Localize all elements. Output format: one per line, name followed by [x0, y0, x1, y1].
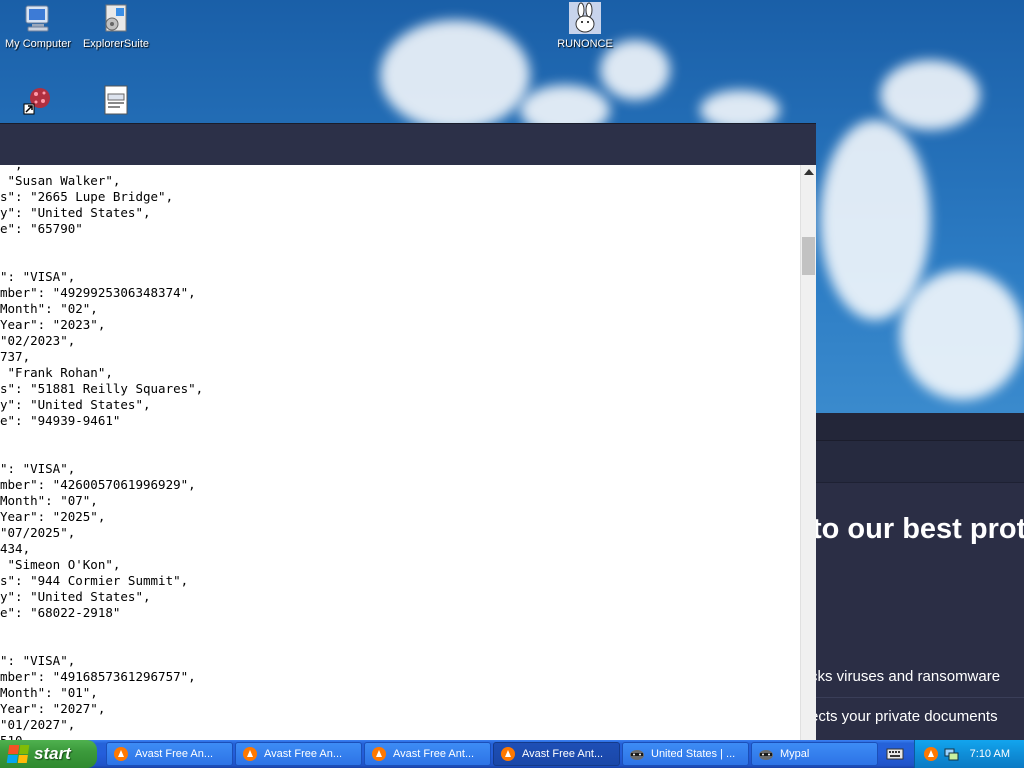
- cloud: [900, 270, 1024, 400]
- cloud: [880, 60, 980, 130]
- keyboard-icon[interactable]: [886, 746, 904, 762]
- start-button[interactable]: start: [0, 740, 97, 768]
- desktop-icon-text-file[interactable]: [76, 84, 156, 120]
- editor-line: Month": "02",: [0, 301, 98, 316]
- editor-line: Year": "2025",: [0, 509, 106, 524]
- system-tray: 7:10 AM: [914, 740, 1024, 768]
- windows-logo-icon: [6, 745, 30, 763]
- editor-line: "Frank Rohan",: [0, 365, 113, 380]
- computer-icon: [25, 5, 49, 32]
- taskbar-button-label: United States | ...: [651, 748, 736, 760]
- avast-titlebar: [816, 413, 1024, 441]
- editor-window-header: [0, 123, 816, 165]
- raccoon-icon: [759, 750, 773, 760]
- avast-icon: [114, 747, 128, 761]
- avast-icon: [372, 747, 386, 761]
- desktop-icon-runonce[interactable]: RUNONCE: [545, 2, 625, 50]
- taskbar-button-label: Avast Free Ant...: [393, 748, 475, 760]
- editor-line: e": "65790": [0, 221, 83, 236]
- avast-headline: to our best prot: [812, 513, 1024, 545]
- avast-navbar: [816, 441, 1024, 483]
- start-label: start: [34, 744, 71, 763]
- editor-content: ", "Susan Walker",s": "2665 Lupe Bridge"…: [0, 165, 800, 740]
- editor-line: 510,: [0, 733, 800, 740]
- editor-line: mber": "4929925306348374",: [0, 285, 196, 300]
- editor-line: Month": "07",: [0, 493, 98, 508]
- clock[interactable]: 7:10 AM: [970, 748, 1010, 760]
- editor-line: e": "68022-2918": [0, 605, 121, 620]
- editor-line: y": "United States",: [0, 397, 151, 412]
- editor-line: ": "VISA",: [0, 269, 76, 284]
- avast-feature-documents: ects your private documents: [810, 708, 998, 725]
- editor-text-area[interactable]: ", "Susan Walker",s": "2665 Lupe Bridge"…: [0, 165, 800, 740]
- avast-tray-icon[interactable]: [923, 746, 939, 762]
- editor-line: Month": "01",: [0, 685, 98, 700]
- taskbar-button-avast-4[interactable]: Avast Free Ant...: [493, 742, 620, 766]
- taskbar-button-label: Avast Free An...: [135, 748, 214, 760]
- taskbar-button-mypal-united-states[interactable]: United States | ...: [622, 742, 749, 766]
- desktop-icon-label: RUNONCE: [557, 38, 613, 50]
- network-tray-icon[interactable]: [943, 746, 959, 762]
- editor-line: s": "2665 Lupe Bridge",: [0, 189, 174, 204]
- avast-feature-ransomware: cks viruses and ransomware: [810, 668, 1001, 685]
- explorer-suite-icon: [105, 4, 127, 32]
- editor-line: "Susan Walker",: [0, 173, 121, 188]
- editor-line: e": "94939-9461": [0, 413, 121, 428]
- taskbar-button-label: Avast Free Ant...: [522, 748, 604, 760]
- taskbar-button-label: Mypal: [780, 748, 810, 760]
- scroll-up-arrow-icon[interactable]: [804, 169, 814, 175]
- desktop-icon-my-computer[interactable]: My Computer: [0, 2, 78, 50]
- rabbit-icon: [569, 2, 601, 34]
- editor-line: y": "United States",: [0, 205, 151, 220]
- virus-shortcut-icon: [23, 88, 50, 115]
- taskbar-button-avast-1[interactable]: Avast Free An...: [106, 742, 233, 766]
- scrollbar-thumb[interactable]: [802, 237, 815, 275]
- desktop-icon-explorer-suite[interactable]: ExplorerSuite: [76, 2, 156, 50]
- vertical-scrollbar[interactable]: [800, 165, 816, 740]
- taskbar-button-label: Avast Free An...: [264, 748, 343, 760]
- editor-line: "Simeon O'Kon",: [0, 557, 121, 572]
- desktop-icon-label: ExplorerSuite: [82, 38, 150, 50]
- avast-icon: [243, 747, 257, 761]
- editor-line: ",: [0, 165, 800, 173]
- editor-line: s": "944 Cormier Summit",: [0, 573, 189, 588]
- editor-line: ": "VISA",: [0, 653, 76, 668]
- editor-line: "01/2027",: [0, 717, 76, 732]
- desktop-icon-label: My Computer: [4, 38, 72, 50]
- editor-line: "02/2023",: [0, 333, 76, 348]
- taskbar-button-avast-3[interactable]: Avast Free Ant...: [364, 742, 491, 766]
- editor-line: ": "VISA",: [0, 461, 76, 476]
- taskbar-button-avast-2[interactable]: Avast Free An...: [235, 742, 362, 766]
- avast-window: to our best prot cks viruses and ransomw…: [810, 413, 1024, 740]
- raccoon-icon: [630, 750, 644, 760]
- cloud: [380, 20, 530, 130]
- avast-separator: [816, 697, 1024, 698]
- editor-line: Year": "2023",: [0, 317, 106, 332]
- editor-line: mber": "4260057061996929",: [0, 477, 196, 492]
- editor-line: y": "United States",: [0, 589, 151, 604]
- desktop-icon-shortcut[interactable]: [0, 84, 78, 120]
- editor-line: mber": "4916857361296757",: [0, 669, 196, 684]
- editor-line: 434,: [0, 541, 31, 556]
- taskbar: start Avast Free An... Avast Free An... …: [0, 740, 1024, 768]
- editor-line: "07/2025",: [0, 525, 76, 540]
- avast-icon: [501, 747, 515, 761]
- editor-line: Year": "2027",: [0, 701, 106, 716]
- cloud: [820, 120, 930, 320]
- editor-line: 737,: [0, 349, 31, 364]
- text-file-icon: [104, 85, 128, 115]
- editor-line: s": "51881 Reilly Squares",: [0, 381, 204, 396]
- taskbar-button-mypal[interactable]: Mypal: [751, 742, 878, 766]
